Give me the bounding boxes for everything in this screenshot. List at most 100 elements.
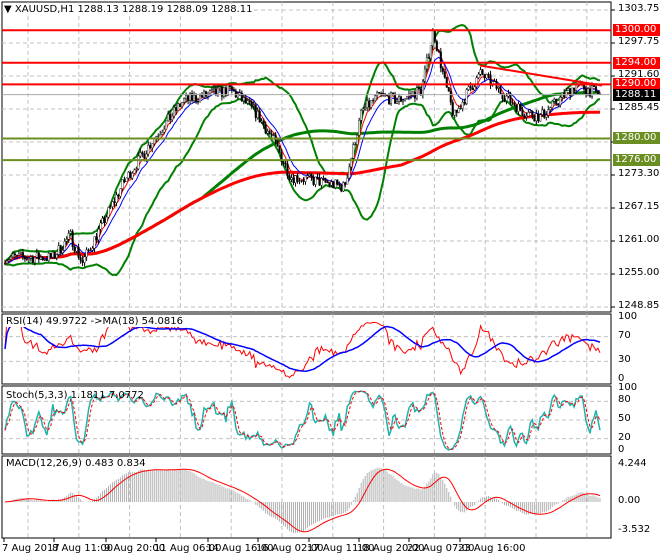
- stoch-title: Stoch(5,3,3) 1.1811 7.0772: [6, 390, 144, 401]
- candle: [31, 256, 34, 263]
- candle: [346, 177, 349, 185]
- time-axis-label: 23 Aug 16:00: [458, 543, 526, 554]
- candle: [485, 74, 488, 79]
- candle: [230, 86, 233, 90]
- collapse-arrow-icon[interactable]: ▼: [4, 4, 15, 15]
- candle: [7, 259, 10, 262]
- candle: [248, 100, 251, 103]
- candle: [352, 144, 355, 159]
- candle: [585, 89, 588, 94]
- candle: [47, 252, 50, 261]
- candle: [41, 257, 44, 261]
- candle: [298, 180, 301, 182]
- candle: [63, 241, 66, 251]
- candle: [185, 95, 188, 99]
- macd-title: MACD(12,26,9) 0.483 0.834: [6, 458, 146, 469]
- ohlc-values: 1288.13 1288.19 1288.09 1288.11: [77, 4, 253, 15]
- candle: [441, 67, 444, 72]
- candle: [467, 86, 470, 90]
- candle: [153, 138, 156, 144]
- candle: [567, 88, 570, 91]
- candle: [103, 218, 106, 223]
- candle: [139, 152, 142, 157]
- candle: [519, 103, 522, 111]
- chart-window[interactable]: ▼ XAUUSD,H1 1288.13 1288.19 1288.09 1288…: [0, 0, 660, 560]
- price-axis-label: 1285.45: [618, 102, 660, 113]
- price-axis-label: 1297.75: [618, 36, 660, 47]
- candle: [403, 98, 406, 101]
- candle: [15, 254, 18, 256]
- candle: [83, 256, 86, 263]
- candle: [232, 89, 235, 92]
- candle: [573, 87, 576, 91]
- candle: [199, 95, 202, 103]
- candle: [246, 100, 249, 104]
- candle: [419, 88, 422, 95]
- candle: [481, 69, 484, 75]
- candle: [312, 177, 315, 185]
- candle: [511, 101, 514, 104]
- candle: [382, 93, 385, 94]
- candle: [137, 155, 140, 170]
- candle: [175, 107, 178, 111]
- candle: [292, 177, 295, 183]
- candle: [336, 179, 339, 185]
- candle: [557, 103, 560, 106]
- candle: [306, 175, 309, 178]
- candle: [5, 260, 8, 264]
- candle: [360, 110, 363, 121]
- candle: [503, 98, 506, 101]
- candle: [537, 113, 540, 122]
- candle: [461, 102, 464, 109]
- candle: [326, 181, 329, 184]
- symbol-label: XAUUSD,H1: [14, 4, 75, 15]
- candle: [23, 256, 26, 260]
- candle: [595, 86, 598, 92]
- candle: [417, 87, 420, 90]
- candle: [119, 188, 122, 197]
- candle: [147, 144, 150, 155]
- level-price-tag: 1300.00: [613, 24, 660, 37]
- level-price-tag: 1276.00: [613, 154, 660, 167]
- candle: [11, 253, 14, 258]
- candle: [593, 85, 596, 87]
- candle: [45, 259, 48, 261]
- chart-canvas[interactable]: [0, 0, 660, 560]
- candle: [266, 130, 269, 134]
- candle: [493, 80, 496, 82]
- candle: [197, 101, 200, 103]
- stoch-axis-label: 20: [618, 431, 631, 443]
- candle: [531, 111, 534, 117]
- candle: [99, 222, 102, 230]
- candle: [51, 251, 54, 258]
- candle: [587, 88, 590, 94]
- candle: [463, 102, 466, 104]
- candle: [451, 102, 454, 116]
- candle: [388, 95, 391, 104]
- candle: [87, 249, 90, 251]
- candle: [565, 90, 568, 98]
- candle: [380, 92, 383, 94]
- candle: [27, 258, 30, 260]
- candle: [49, 252, 52, 258]
- candle: [216, 87, 219, 95]
- candle: [541, 109, 544, 115]
- candle: [179, 103, 182, 107]
- candle: [421, 81, 424, 95]
- price-axis-label: 1267.15: [618, 201, 660, 212]
- candle: [55, 254, 58, 259]
- candle: [129, 172, 132, 179]
- candle: [517, 103, 520, 112]
- candle: [93, 236, 96, 249]
- candle: [17, 253, 20, 256]
- price-axis-label: 1273.30: [618, 168, 660, 179]
- candle: [9, 256, 12, 260]
- candle: [43, 259, 46, 261]
- candle: [71, 231, 74, 247]
- candle: [210, 89, 213, 91]
- candle: [127, 172, 130, 179]
- candle: [141, 152, 144, 155]
- candle: [125, 177, 128, 183]
- stoch-axis-label: 0: [618, 444, 625, 455]
- candle: [366, 100, 369, 108]
